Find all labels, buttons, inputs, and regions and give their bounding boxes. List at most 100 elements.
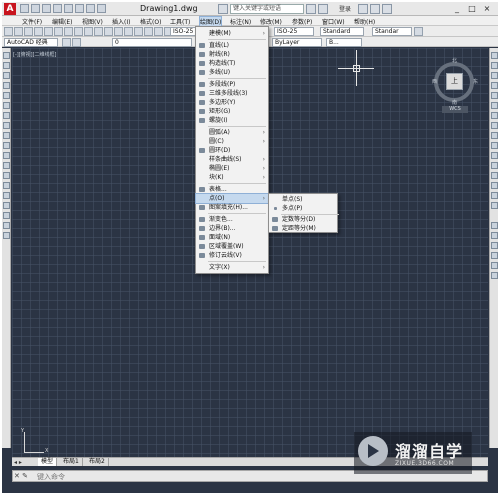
make-block-icon[interactable] bbox=[3, 172, 10, 179]
insert-block-icon[interactable] bbox=[3, 162, 10, 169]
chamfer-tool-icon[interactable] bbox=[491, 182, 498, 189]
osnap-tool-icon[interactable] bbox=[491, 232, 498, 239]
match-properties-icon[interactable] bbox=[94, 27, 103, 36]
menu-item-divide[interactable]: 定数等分(D) bbox=[269, 215, 337, 224]
login-link[interactable]: 登录 bbox=[339, 4, 351, 13]
app-logo-icon[interactable]: A bbox=[4, 3, 16, 15]
erase-tool-icon[interactable] bbox=[491, 52, 498, 59]
exchange-icon[interactable] bbox=[358, 4, 368, 14]
region-tool-icon[interactable] bbox=[3, 212, 10, 219]
menu-modify[interactable]: 修改(M) bbox=[260, 17, 282, 26]
menu-item-table[interactable]: 表格... bbox=[196, 185, 268, 194]
print-icon[interactable] bbox=[64, 4, 73, 13]
menu-item-construction-line[interactable]: 构造线(T) bbox=[196, 59, 268, 68]
menu-insert[interactable]: 插入(I) bbox=[112, 17, 130, 26]
settings-icon[interactable] bbox=[62, 38, 71, 47]
save-icon[interactable] bbox=[24, 27, 33, 36]
command-input[interactable]: 键入命令 bbox=[37, 472, 65, 482]
break-tool-icon[interactable] bbox=[491, 162, 498, 169]
menu-item-rectangle[interactable]: 矩形(G) bbox=[196, 107, 268, 116]
zoom-icon[interactable] bbox=[134, 27, 143, 36]
menu-item-boundary[interactable]: 边界(B)... bbox=[196, 224, 268, 233]
tab-layout1[interactable]: 布局1 bbox=[60, 458, 83, 466]
info-icon[interactable] bbox=[318, 4, 328, 14]
menu-item-line[interactable]: 直线(L) bbox=[196, 41, 268, 50]
publish-icon[interactable] bbox=[54, 27, 63, 36]
menu-item-hatch[interactable]: 图案填充(H)... bbox=[196, 203, 268, 212]
save-icon[interactable] bbox=[42, 4, 51, 13]
pan-icon[interactable] bbox=[124, 27, 133, 36]
menu-item-region[interactable]: 面域(N) bbox=[196, 233, 268, 242]
node-snap-icon[interactable] bbox=[491, 272, 498, 279]
extend-tool-icon[interactable] bbox=[491, 152, 498, 159]
new-icon[interactable] bbox=[4, 27, 13, 36]
save-as-icon[interactable] bbox=[53, 4, 62, 13]
undo-icon[interactable] bbox=[75, 4, 84, 13]
connect-icon[interactable] bbox=[370, 4, 380, 14]
menu-help[interactable]: 帮助(H) bbox=[354, 17, 375, 26]
iso-style-select[interactable]: ISO-25 bbox=[170, 27, 198, 36]
hatch-tool-icon[interactable] bbox=[3, 192, 10, 199]
lineweight-select[interactable]: B... bbox=[326, 38, 362, 47]
tab-layout2[interactable]: 布局2 bbox=[86, 458, 109, 466]
menu-item-block[interactable]: 块(K) › bbox=[196, 173, 268, 182]
center-snap-icon[interactable] bbox=[491, 262, 498, 269]
wcs-menu[interactable]: WCS bbox=[442, 106, 468, 113]
line-tool-icon[interactable] bbox=[3, 52, 10, 59]
copy-tool-icon[interactable] bbox=[491, 62, 498, 69]
close-button[interactable]: × bbox=[480, 2, 494, 15]
explode-tool-icon[interactable] bbox=[491, 202, 498, 209]
maximize-button[interactable]: □ bbox=[465, 2, 479, 15]
menu-dimension[interactable]: 标注(N) bbox=[230, 17, 251, 26]
menu-item-modeling[interactable]: 建模(M) › bbox=[196, 29, 268, 38]
fillet-tool-icon[interactable] bbox=[491, 192, 498, 199]
cut-icon[interactable] bbox=[64, 27, 73, 36]
menu-item-polygon[interactable]: 多边形(Y) bbox=[196, 98, 268, 107]
copy-icon[interactable] bbox=[74, 27, 83, 36]
help-icon[interactable] bbox=[382, 4, 392, 14]
gradient-tool-icon[interactable] bbox=[3, 202, 10, 209]
tab-model[interactable]: 模型 bbox=[38, 458, 58, 466]
open-icon[interactable] bbox=[14, 27, 23, 36]
menu-format[interactable]: 格式(O) bbox=[140, 17, 161, 26]
polygon-tool-icon[interactable] bbox=[3, 82, 10, 89]
mtext-tool-icon[interactable] bbox=[3, 232, 10, 239]
undo-icon[interactable] bbox=[104, 27, 113, 36]
table-style-select[interactable]: Standar bbox=[372, 27, 412, 36]
array-tool-icon[interactable] bbox=[491, 92, 498, 99]
menu-view[interactable]: 视图(V) bbox=[82, 17, 103, 26]
menu-file[interactable]: 文件(F) bbox=[22, 17, 42, 26]
redo-icon[interactable] bbox=[86, 4, 95, 13]
menu-item-multiline[interactable]: 多线(U) bbox=[196, 68, 268, 77]
menu-item-donut[interactable]: 圆环(D) bbox=[196, 146, 268, 155]
layer-select[interactable]: 0 bbox=[112, 38, 192, 47]
viewport-controls-label[interactable]: [-][俯视][二维线框] bbox=[13, 51, 57, 58]
point-tool-icon[interactable] bbox=[3, 182, 10, 189]
minimize-button[interactable]: _ bbox=[450, 2, 464, 15]
plot-icon[interactable] bbox=[34, 27, 43, 36]
command-line-buttons[interactable]: ✕ ✎ bbox=[14, 472, 28, 480]
join-tool-icon[interactable] bbox=[491, 172, 498, 179]
snap-tool-icon[interactable] bbox=[491, 222, 498, 229]
construction-line-icon[interactable] bbox=[3, 62, 10, 69]
layer-manager-icon[interactable] bbox=[72, 38, 81, 47]
trim-tool-icon[interactable] bbox=[491, 142, 498, 149]
table-tool-icon[interactable] bbox=[3, 222, 10, 229]
tab-nav-arrows[interactable]: ◂ ▸ bbox=[14, 459, 22, 466]
menu-item-measure[interactable]: 定距等分(M) bbox=[269, 224, 337, 233]
compass-south[interactable]: 南 bbox=[452, 99, 457, 106]
mirror-tool-icon[interactable] bbox=[491, 72, 498, 79]
menu-tools[interactable]: 工具(T) bbox=[170, 17, 190, 26]
spline-tool-icon[interactable] bbox=[3, 132, 10, 139]
menu-item-3d-polyline[interactable]: 三维多段线(3) bbox=[196, 89, 268, 98]
rotate-tool-icon[interactable] bbox=[491, 112, 498, 119]
scale-tool-icon[interactable] bbox=[491, 122, 498, 129]
menu-window[interactable]: 窗口(W) bbox=[322, 17, 345, 26]
menu-item-wipeout[interactable]: 区域覆盖(W) bbox=[196, 242, 268, 251]
arc-tool-icon[interactable] bbox=[3, 102, 10, 109]
dim-style-select[interactable]: ISO-25 bbox=[274, 27, 314, 36]
menu-item-spline[interactable]: 样条曲线(S) › bbox=[196, 155, 268, 164]
rectangle-tool-icon[interactable] bbox=[3, 92, 10, 99]
ellipse-arc-tool-icon[interactable] bbox=[3, 152, 10, 159]
new-file-icon[interactable] bbox=[20, 4, 29, 13]
